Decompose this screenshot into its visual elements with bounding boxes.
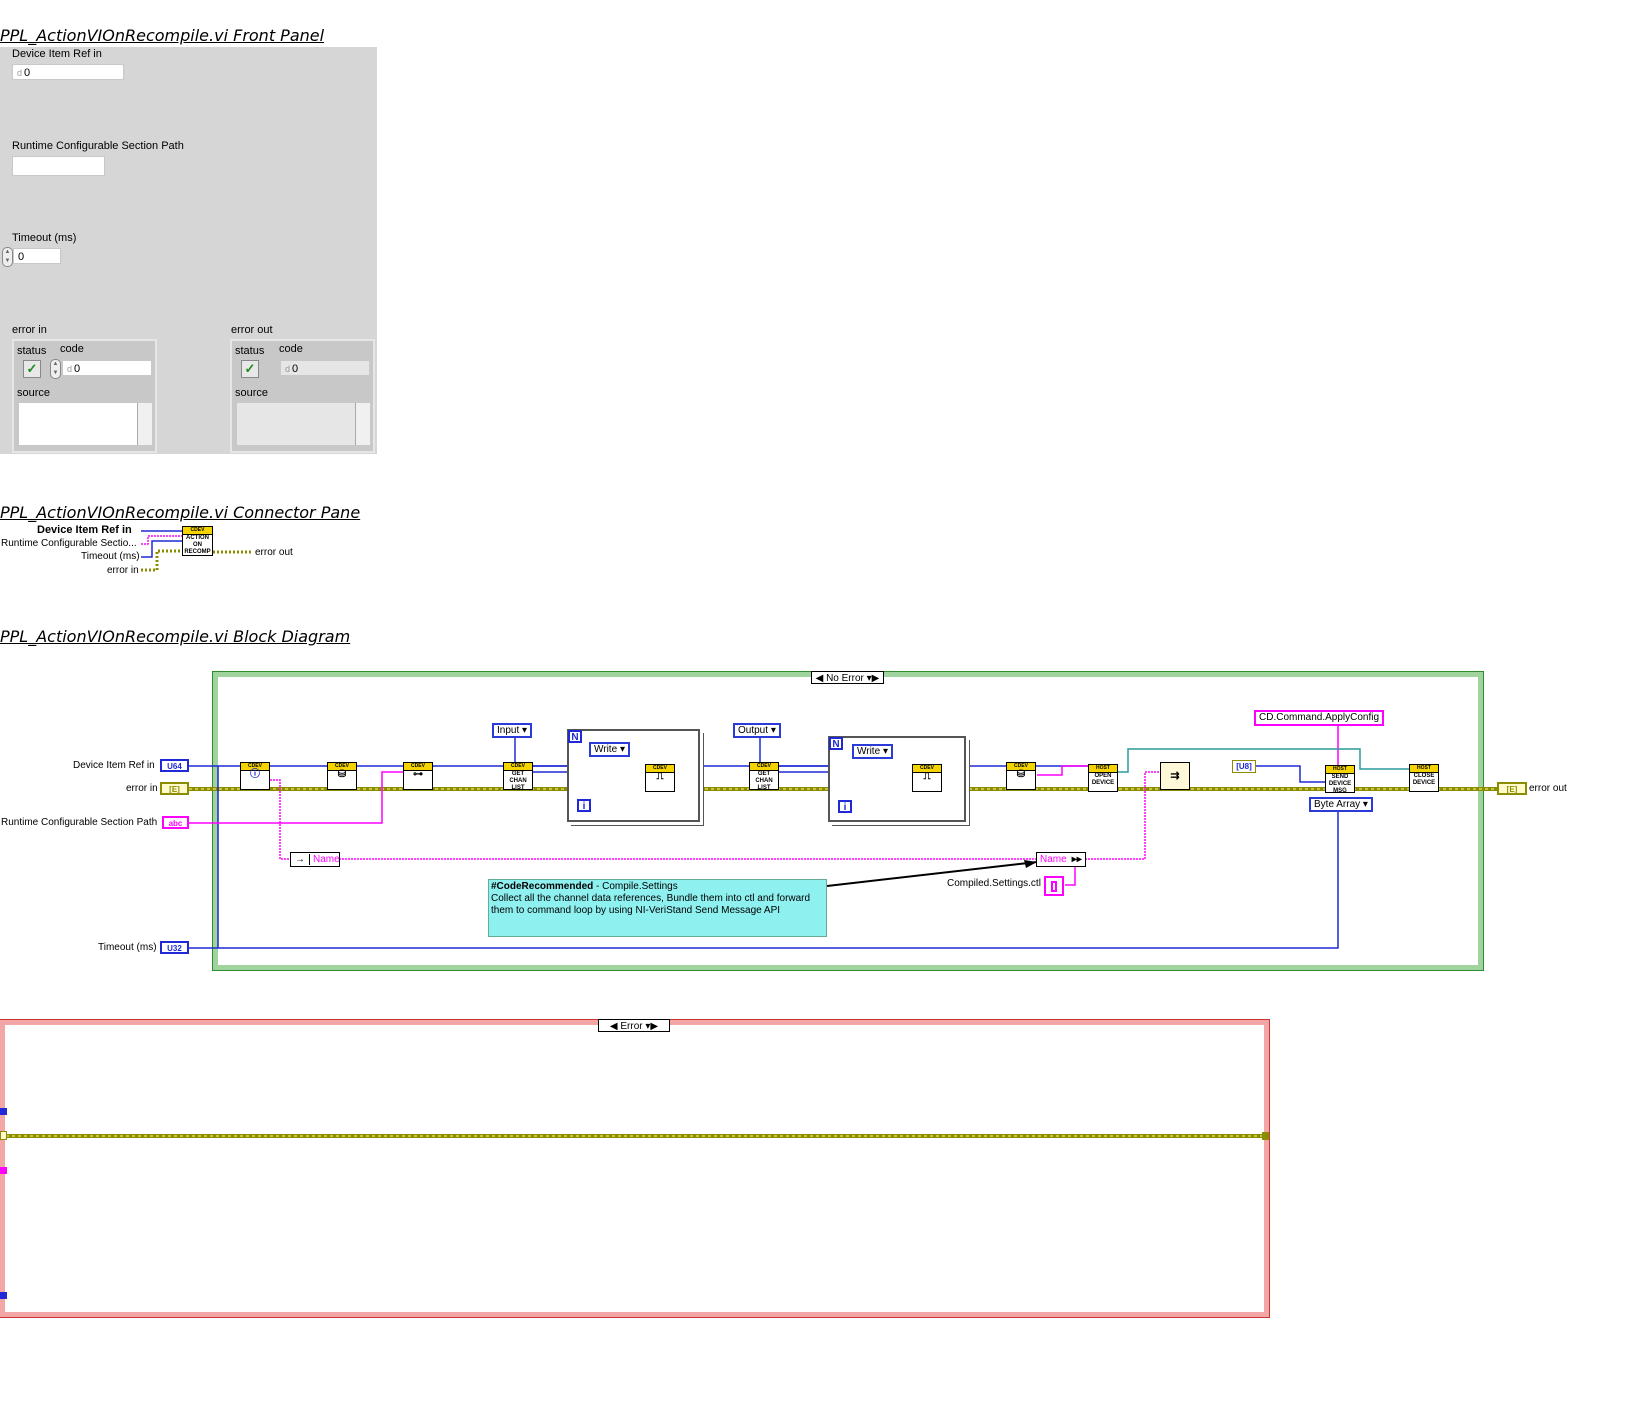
subvi-label: SEND DEVICE MSG [1328,774,1352,793]
subvi-get-item-ref[interactable]: CDEV ⊶ [403,762,433,790]
loop-count-terminal[interactable]: N [829,737,843,750]
subvi-label: GET CHAN LIST [755,771,773,790]
loop-index-terminal: i [838,800,852,813]
subvi-send-device-msg[interactable]: HOST SEND DEVICE MSG [1325,765,1355,793]
subvi-label: GET CHAN LIST [509,771,527,790]
for-loop-1: N i Write ▾ CDEV ⎍ [567,729,700,822]
subvi-get-device-section[interactable]: CDEV ⛁ [327,762,357,790]
cp-wire-error-in [141,549,182,572]
subvi-close-device[interactable]: HOST CLOSE DEVICE [1409,764,1439,792]
enum-write-1[interactable]: Write ▾ [589,742,630,757]
arrow-icon: → [295,854,305,865]
subvi-get-device-info[interactable]: CDEV ⓘ [240,762,270,790]
dropdown-arrow-icon: ▾ [882,746,888,757]
enum-write-2-value: Write [857,746,881,757]
waveform-icon: ⎍ [923,771,931,782]
subvi-header: CDEV [750,763,778,771]
unbundle-name-1-label: Name [309,854,340,865]
cp-wire-section-path [141,535,182,545]
info-icon: ⓘ [250,769,260,780]
enum-byte-array[interactable]: Byte Array ▾ [1309,797,1373,812]
enum-byte-array-value: Byte Array [1314,799,1361,810]
ctl-constant[interactable] [1044,876,1064,896]
enum-input[interactable]: Input ▾ [492,723,533,738]
tunnel-path-errcase [0,1167,7,1174]
flatten-icon: ⇉ [1170,770,1180,782]
bd-label-device-ref: Device Item Ref in [73,760,155,771]
subvi-header: CDEV [504,763,532,771]
bd-terminal-error-in[interactable]: [E] [160,782,189,795]
waveform-icon: ⎍ [656,771,664,782]
bd-string-wires [189,724,1339,886]
bd-label-section-path: Runtime Configurable Section Path [1,817,158,828]
tree-icon: ⊶ [413,769,423,780]
cluster-icon [1051,881,1057,892]
chanlist-wire-1 [533,765,568,773]
unbundle-by-name-1[interactable]: → Name [290,852,340,867]
tunnel-ref-errcase [0,1108,7,1115]
chanlist-wire-2 [778,765,828,773]
bundle-arrow-icon: ▸▸ [1071,854,1082,865]
subvi-header: HOST [1089,765,1117,773]
for-loop-2: N i Write ▾ CDEV ⎍ [828,736,966,822]
bd-error-wire [0,787,1497,1138]
tunnel-error-out-errcase [1262,1132,1269,1140]
bd-label-error-out: error out [1529,783,1567,794]
dropdown-arrow-icon: ▾ [522,725,528,736]
name-unbundle-wire-1 [270,779,291,860]
tunnel-error-errcase [0,1131,7,1140]
ctl-constant-label: Compiled.Settings.ctl [947,878,1041,889]
subvi-write-channel-2[interactable]: CDEV ⎍ [912,764,942,792]
u8-array-constant: [U8] [1232,760,1256,773]
database-icon: ⛁ [337,769,347,780]
comment-text: Collect all the channel data references,… [491,893,811,916]
bd-terminal-device-ref[interactable]: U64 [160,759,189,772]
enum-output[interactable]: Output ▾ [733,723,781,738]
subvi-get-chan-list-1[interactable]: CDEV GET CHAN LIST [503,762,533,790]
loop-index-terminal: i [577,799,591,812]
subvi-get-settings-ref[interactable]: CDEV ⛁ [1006,762,1036,790]
string-wire-open [1037,765,1090,776]
loop-count-terminal[interactable]: N [568,730,582,743]
cp-wires [141,530,253,572]
command-constant[interactable]: CD.Command.ApplyConfig [1254,710,1385,726]
bd-terminal-section-path[interactable]: abc [162,816,189,829]
enum-input-value: Input [497,725,520,736]
section-path-wire [189,771,404,824]
ctl-wire [1065,866,1076,886]
code-comment: #CodeRecommended - Compile.Settings Coll… [488,879,827,937]
comment-subject: - Compile.Settings [593,881,678,892]
subvi-open-device[interactable]: HOST OPEN DEVICE [1088,764,1118,792]
dropdown-arrow-icon: ▾ [1362,799,1368,810]
enum-write-2[interactable]: Write ▾ [852,744,893,759]
subvi-label: OPEN DEVICE [1091,773,1115,786]
byte-array-wire [1255,765,1326,783]
wires-layer [0,530,1497,1138]
database-icon: ⛁ [1016,769,1026,780]
subvi-label: CLOSE DEVICE [1412,773,1436,786]
dropdown-arrow-icon: ▾ [770,725,776,736]
bd-label-timeout: Timeout (ms) [98,942,157,953]
tunnel-timeout-errcase [0,1292,7,1299]
bd-label-error-in: error in [126,783,158,794]
bd-terminal-error-out[interactable]: [E] [1497,782,1527,795]
subvi-get-chan-list-2[interactable]: CDEV GET CHAN LIST [749,762,779,790]
comment-tag: #CodeRecommended [491,881,594,892]
subvi-header: HOST [1410,765,1438,773]
dropdown-arrow-icon: ▾ [619,744,625,755]
subvi-write-channel-1[interactable]: CDEV ⎍ [645,764,675,792]
bundle-by-name-2[interactable]: Name ▸▸ [1036,852,1086,867]
bd-terminal-timeout[interactable]: U32 [160,941,189,954]
subvi-header: HOST [1326,766,1354,774]
unbundle-name-2-label: Name [1040,854,1067,865]
enum-write-1-value: Write [594,744,618,755]
enum-output-value: Output [738,725,769,736]
subvi-flatten-to-string[interactable]: ⇉ [1160,762,1190,790]
